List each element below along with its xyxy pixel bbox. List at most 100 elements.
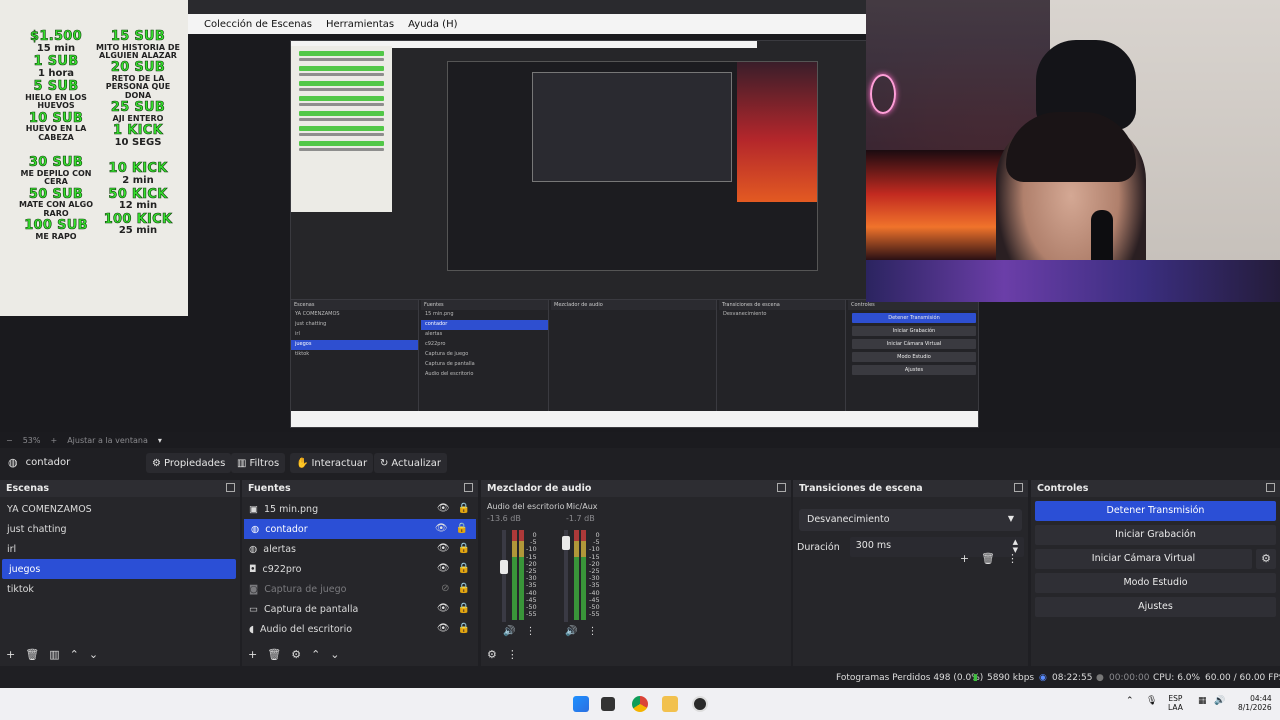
volume-icon[interactable]: 🔊 bbox=[1214, 697, 1225, 706]
trash-icon[interactable]: 🗑 bbox=[25, 648, 39, 661]
clock[interactable]: 04:44 8/1/2026 bbox=[1238, 694, 1272, 712]
gear-icon[interactable]: ⚙ bbox=[291, 648, 301, 661]
source-item[interactable]: ◙ Captura de juego ⊘ 🔒 bbox=[242, 579, 478, 599]
lock-icon[interactable]: 🔒 bbox=[458, 603, 470, 614]
eye-icon[interactable]: 👁 bbox=[437, 503, 450, 514]
source-item[interactable]: ▭ Captura de pantalla 👁 🔒 bbox=[242, 599, 478, 619]
properties-button[interactable]: ⚙ Propiedades bbox=[146, 453, 232, 473]
refresh-button[interactable]: ↻ Actualizar bbox=[374, 453, 447, 473]
undock-icon[interactable] bbox=[226, 483, 235, 492]
trash-icon[interactable]: 🗑 bbox=[981, 552, 995, 565]
scene-item-selected[interactable]: juegos bbox=[2, 559, 236, 579]
undock-icon[interactable] bbox=[1266, 483, 1275, 492]
lock-icon[interactable]: 🔒 bbox=[458, 563, 470, 574]
speaker-icon[interactable]: 🔊 bbox=[565, 626, 577, 637]
donation-column-left: $1.500 15 min 1 SUB 1 hora 5 SUB HIELO EN L… bbox=[10, 30, 102, 242]
image-icon: ▣ bbox=[249, 503, 258, 515]
keyboard-language[interactable]: ESP LAA bbox=[1168, 694, 1183, 712]
undock-icon[interactable] bbox=[464, 483, 473, 492]
speaker-icon: ◖ bbox=[249, 623, 255, 635]
scene-label: juegos bbox=[9, 563, 41, 575]
nested-sources-panel: Fuentes 15 min.png contador alertas c922… bbox=[421, 300, 549, 412]
preview-canvas[interactable]: $1.500 15 min 1 SUB 1 hora 5 SUB HIELO EN L… bbox=[0, 0, 1280, 432]
scene-item[interactable]: just chatting bbox=[0, 519, 240, 539]
fader-handle[interactable] bbox=[500, 560, 508, 574]
obs-icon[interactable] bbox=[692, 696, 708, 712]
scene-label: tiktok bbox=[7, 583, 34, 595]
chevron-down-icon[interactable]: ⌄ bbox=[330, 648, 339, 661]
lock-icon[interactable]: 🔒 bbox=[458, 583, 470, 594]
gear-icon[interactable]: ⚙ bbox=[1256, 549, 1276, 569]
db-scale: 0 -5 -10 -15 -20 -25 -30 -35 -40 -45 -50 -55 bbox=[589, 531, 600, 619]
source-item[interactable]: ◖ Audio del escritorio 👁 🔒 bbox=[242, 619, 478, 639]
folder-icon[interactable] bbox=[662, 696, 678, 712]
add-icon[interactable]: + bbox=[248, 648, 257, 661]
sources-header: Fuentes bbox=[242, 480, 478, 497]
chevron-down-icon[interactable]: ▾ bbox=[158, 436, 162, 445]
filters-button[interactable]: ▥ Filtros bbox=[231, 453, 286, 473]
stop-stream-button[interactable]: Detener Transmisión bbox=[1035, 501, 1276, 521]
captured-window-strip bbox=[188, 0, 868, 14]
eye-icon[interactable]: 👁 bbox=[437, 603, 450, 614]
volume-fader-desktop[interactable] bbox=[500, 530, 508, 622]
more-icon[interactable]: ⋮ bbox=[525, 626, 535, 637]
speaker-icon[interactable]: 🔊 bbox=[503, 626, 515, 637]
transition-select[interactable]: Desvanecimiento ▼ bbox=[799, 509, 1022, 531]
zoom-out-button[interactable]: − bbox=[6, 436, 13, 445]
add-icon[interactable]: + bbox=[6, 648, 15, 661]
more-icon[interactable]: ⋮ bbox=[507, 648, 518, 661]
source-item-selected[interactable]: ◍ contador 👁 🔒 bbox=[244, 519, 476, 539]
donation-item: 1 KICK 10 SEGS bbox=[113, 123, 163, 148]
add-icon[interactable]: + bbox=[960, 552, 969, 565]
refresh-icon: ↻ bbox=[380, 457, 389, 469]
undock-icon[interactable] bbox=[1014, 483, 1023, 492]
chevron-up-icon[interactable]: ⌃ bbox=[311, 648, 320, 661]
more-icon[interactable]: ⋮ bbox=[1007, 552, 1018, 565]
settings-button[interactable]: Ajustes bbox=[1035, 597, 1276, 617]
filter-icon[interactable]: ▥ bbox=[49, 648, 59, 661]
start-recording-button[interactable]: Iniciar Grabación bbox=[1035, 525, 1276, 545]
lock-icon[interactable]: 🔒 bbox=[458, 543, 470, 554]
lock-icon[interactable]: 🔒 bbox=[456, 523, 468, 534]
mic-icon[interactable]: 🎙 bbox=[1146, 697, 1157, 706]
scene-item[interactable]: YA COMENZAMOS bbox=[0, 499, 240, 519]
scene-item[interactable]: tiktok bbox=[0, 579, 240, 599]
zoom-mode-select[interactable]: Ajustar a la ventana bbox=[67, 436, 148, 445]
source-item[interactable]: ▣ 15 min.png 👁 🔒 bbox=[242, 499, 478, 519]
windows-start-icon[interactable] bbox=[573, 696, 589, 712]
eye-icon[interactable]: 👁 bbox=[437, 543, 450, 554]
transition-selected: Desvanecimiento bbox=[807, 514, 890, 525]
source-item[interactable]: ◍ alertas 👁 🔒 bbox=[242, 539, 478, 559]
network-icon[interactable]: ▦ bbox=[1198, 697, 1207, 706]
more-icon[interactable]: ⋮ bbox=[587, 626, 597, 637]
chevron-down-icon[interactable]: ⌄ bbox=[89, 648, 98, 661]
eye-icon[interactable]: 👁 bbox=[437, 563, 450, 574]
trash-icon[interactable]: 🗑 bbox=[267, 648, 281, 661]
interact-button[interactable]: ✋ Interactuar bbox=[290, 453, 374, 473]
dropped-frames: Fotogramas Perdidos 498 (0.0%) bbox=[836, 673, 984, 683]
sources-footer: + 🗑 ⚙ ⌃ ⌄ bbox=[242, 646, 478, 662]
source-label: Captura de juego bbox=[264, 583, 347, 595]
eye-hidden-icon[interactable]: ⊘ bbox=[441, 583, 449, 594]
undock-icon[interactable] bbox=[777, 483, 786, 492]
eye-icon[interactable]: 👁 bbox=[435, 523, 448, 534]
fader-handle[interactable] bbox=[562, 536, 570, 550]
lock-icon[interactable]: 🔒 bbox=[458, 623, 470, 634]
start-virtual-camera-button[interactable]: Iniciar Cámara Virtual bbox=[1035, 549, 1252, 569]
scene-label: irl bbox=[7, 543, 17, 555]
source-item[interactable]: ◘ c922pro 👁 🔒 bbox=[242, 559, 478, 579]
zoom-in-button[interactable]: + bbox=[50, 436, 57, 445]
chevron-up-icon[interactable]: ⌃ bbox=[1126, 697, 1134, 706]
terminal-icon[interactable] bbox=[601, 697, 615, 711]
studio-mode-button[interactable]: Modo Estudio bbox=[1035, 573, 1276, 593]
lock-icon[interactable]: 🔒 bbox=[458, 503, 470, 514]
browser-icon: ◍ bbox=[251, 523, 260, 535]
volume-fader-mic[interactable] bbox=[562, 530, 570, 622]
chevron-up-icon[interactable]: ⌃ bbox=[70, 648, 79, 661]
scene-item[interactable]: irl bbox=[0, 539, 240, 559]
chrome-icon[interactable] bbox=[632, 696, 648, 712]
donation-item: 50 KICK 12 min bbox=[108, 186, 168, 212]
scene-list: YA COMENZAMOS just chatting irl juegos t… bbox=[0, 499, 240, 599]
eye-icon[interactable]: 👁 bbox=[437, 623, 450, 634]
gear-icon[interactable]: ⚙ bbox=[487, 648, 497, 661]
